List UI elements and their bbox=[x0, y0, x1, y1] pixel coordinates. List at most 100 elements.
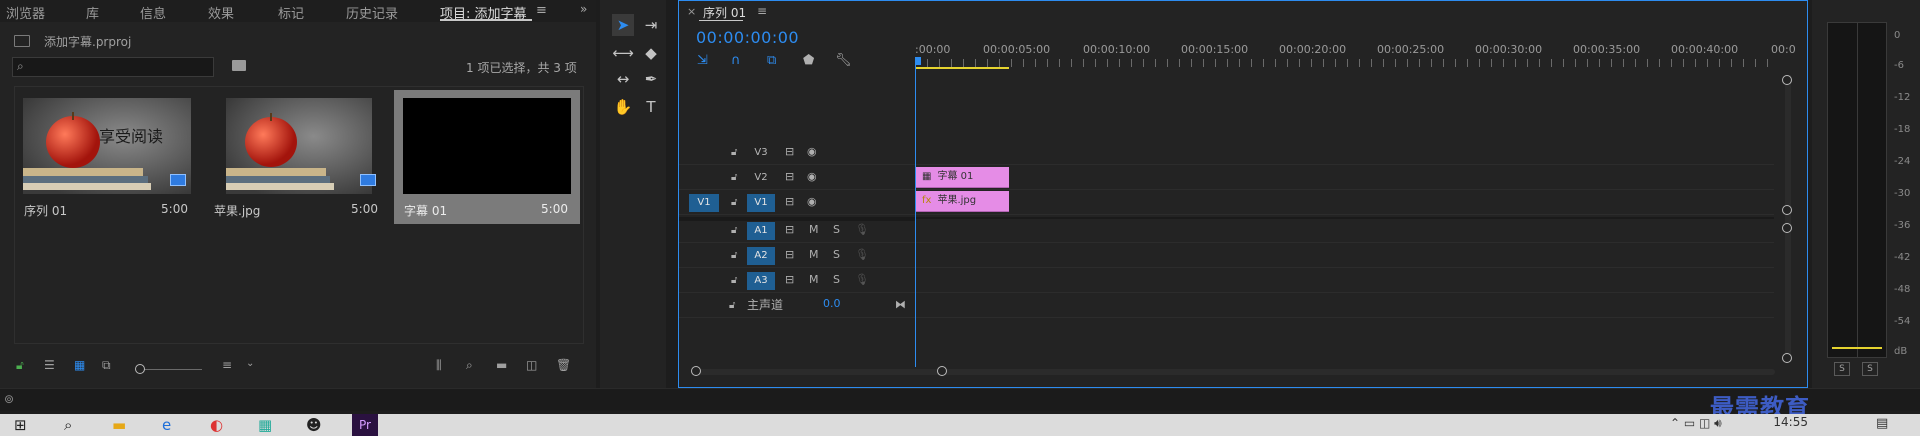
mute-button[interactable]: M bbox=[809, 223, 819, 236]
new-bin-icon[interactable] bbox=[232, 60, 246, 71]
horizontal-scrollbar[interactable] bbox=[691, 366, 1775, 376]
master-volume-value[interactable]: 0.0 bbox=[823, 297, 841, 310]
notifications-icon[interactable]: ▤ bbox=[1876, 416, 1888, 431]
track-target[interactable]: A2 bbox=[747, 247, 775, 265]
track-target[interactable]: V2 bbox=[747, 169, 775, 187]
solo-button[interactable]: S bbox=[833, 273, 840, 286]
time-ruler[interactable]: :00:00 00:00:05:00 00:00:10:00 00:00:15:… bbox=[915, 41, 1805, 71]
voiceover-mic-icon[interactable]: 🎙︎ bbox=[855, 248, 869, 261]
tab-info[interactable]: 信息 bbox=[140, 3, 166, 22]
new-item-icon[interactable]: ◫ bbox=[526, 358, 537, 372]
lock-icon[interactable]: 🔓︎ bbox=[731, 147, 737, 158]
find-icon[interactable]: ⌕ bbox=[466, 358, 473, 373]
search-input[interactable]: ⌕ bbox=[12, 57, 214, 77]
sync-lock-icon[interactable]: ⊟ bbox=[785, 273, 794, 286]
type-tool-icon[interactable]: T bbox=[640, 96, 662, 118]
list-view-icon[interactable]: ☰ bbox=[44, 358, 55, 372]
settings-wrench-icon[interactable]: 🔧︎ bbox=[835, 53, 852, 68]
add-marker-icon[interactable]: ⬟ bbox=[803, 53, 814, 68]
clip-title[interactable]: ▦ 字幕 01 bbox=[916, 167, 1009, 188]
eye-icon[interactable]: ◉ bbox=[807, 145, 817, 158]
chevron-down-icon[interactable]: ⌄ bbox=[246, 358, 254, 369]
track-select-tool-icon[interactable]: ⇥ bbox=[640, 14, 662, 36]
mute-button[interactable]: M bbox=[809, 248, 819, 261]
sync-lock-icon[interactable]: ⊟ bbox=[785, 248, 794, 261]
panel-menu-icon[interactable]: ≡ bbox=[536, 3, 547, 18]
close-sequence-icon[interactable]: × bbox=[687, 5, 696, 18]
sequence-menu-icon[interactable]: ≡ bbox=[757, 4, 767, 18]
vertical-scrollbar[interactable] bbox=[1782, 75, 1792, 363]
track-lane[interactable] bbox=[915, 191, 1774, 215]
trash-icon[interactable]: 🗑︎ bbox=[556, 358, 571, 372]
lock-icon[interactable]: 🔓︎ bbox=[731, 250, 737, 261]
eye-icon[interactable]: ◉ bbox=[807, 195, 817, 208]
tab-browser[interactable]: 浏览器 bbox=[6, 3, 45, 22]
scroll-start-knob[interactable] bbox=[691, 366, 701, 376]
automate-icon[interactable]: ⫼ bbox=[436, 358, 442, 373]
track-lane[interactable] bbox=[915, 141, 1774, 165]
tab-library[interactable]: 库 bbox=[86, 3, 99, 22]
source-patch-v1[interactable]: V1 bbox=[689, 194, 719, 212]
zoom-slider-knob[interactable] bbox=[135, 364, 145, 374]
scroll-end-knob[interactable] bbox=[937, 366, 947, 376]
voiceover-mic-icon[interactable]: 🎙︎ bbox=[855, 223, 869, 236]
selection-tool-icon[interactable]: ➤ bbox=[612, 14, 634, 36]
track-lane[interactable] bbox=[915, 166, 1774, 190]
go-to-in-out-icon[interactable]: ⧓ bbox=[895, 298, 906, 311]
ripple-edit-tool-icon[interactable]: ⟷ bbox=[612, 42, 634, 64]
project-item-image[interactable]: 苹果.jpg 5:00 bbox=[204, 90, 390, 224]
slip-tool-icon[interactable]: ↔ bbox=[612, 68, 634, 90]
snap-icon[interactable]: ∩ bbox=[731, 53, 741, 68]
zoom-slider-track[interactable] bbox=[140, 369, 202, 370]
tab-markers[interactable]: 标记 bbox=[278, 3, 304, 22]
track-lane[interactable] bbox=[915, 244, 1774, 268]
work-area-bar[interactable] bbox=[915, 67, 1009, 69]
track-target[interactable]: A1 bbox=[747, 222, 775, 240]
audio-scroll-top-knob[interactable] bbox=[1782, 223, 1792, 233]
tab-history[interactable]: 历史记录 bbox=[346, 3, 398, 22]
lock-icon[interactable]: 🔓︎ bbox=[731, 225, 737, 236]
eye-icon[interactable]: ◉ bbox=[807, 170, 817, 183]
edge-browser-icon[interactable]: e bbox=[162, 416, 171, 434]
lock-icon[interactable]: 🔓︎ bbox=[731, 275, 737, 286]
track-target[interactable]: A3 bbox=[747, 272, 775, 290]
pen-tool-icon[interactable]: ✒ bbox=[640, 68, 662, 90]
track-target[interactable]: V3 bbox=[747, 144, 775, 162]
project-item-title[interactable]: 字幕 01 5:00 bbox=[394, 90, 580, 224]
lock-icon[interactable]: 🔓︎ bbox=[731, 172, 737, 183]
lock-icon[interactable]: 🔓︎ bbox=[729, 300, 735, 311]
sync-lock-icon[interactable]: ⊟ bbox=[785, 223, 794, 236]
tray-icons[interactable]: ⌃ ▭ ◫ 🔊︎ bbox=[1670, 416, 1722, 431]
track-target[interactable]: V1 bbox=[747, 194, 775, 212]
windows-start-icon[interactable]: ⊞ bbox=[14, 416, 27, 434]
video-scroll-top-knob[interactable] bbox=[1782, 75, 1792, 85]
track-lane[interactable] bbox=[915, 219, 1774, 243]
track-lane[interactable] bbox=[915, 269, 1774, 293]
clip-image[interactable]: fx 苹果.jpg bbox=[916, 191, 1009, 212]
playhead-line[interactable] bbox=[915, 61, 916, 367]
timecode-display[interactable]: 00:00:00:00 bbox=[696, 28, 799, 47]
sync-lock-icon[interactable]: ⊟ bbox=[785, 170, 794, 183]
lock-icon[interactable]: 🔓︎ bbox=[16, 358, 24, 373]
freeform-view-icon[interactable]: ⧉ bbox=[102, 358, 111, 373]
qq-icon[interactable]: ☻ bbox=[306, 416, 322, 434]
app-icon[interactable]: ◐ bbox=[210, 416, 223, 434]
solo-right-button[interactable]: S bbox=[1862, 362, 1878, 376]
razor-tool-icon[interactable]: ◆ bbox=[640, 42, 662, 64]
voiceover-mic-icon[interactable]: 🎙︎ bbox=[855, 273, 869, 286]
tab-effects[interactable]: 效果 bbox=[208, 3, 234, 22]
linked-selection-icon[interactable]: ⧉ bbox=[767, 53, 776, 68]
sync-lock-icon[interactable]: ⊟ bbox=[785, 195, 794, 208]
search-icon[interactable]: ⌕ bbox=[64, 416, 72, 434]
nest-icon[interactable]: ⇲ bbox=[697, 53, 708, 68]
solo-button[interactable]: S bbox=[833, 223, 840, 236]
solo-left-button[interactable]: S bbox=[1834, 362, 1850, 376]
lock-icon[interactable]: 🔓︎ bbox=[731, 197, 737, 208]
sync-lock-icon[interactable]: ⊟ bbox=[785, 145, 794, 158]
panel-expand-icon[interactable]: » bbox=[580, 2, 587, 16]
audio-scroll-bottom-knob[interactable] bbox=[1782, 353, 1792, 363]
new-bin-footer-icon[interactable]: ▬ bbox=[496, 358, 507, 372]
sort-icon[interactable]: ≡ bbox=[222, 358, 232, 372]
premiere-pro-icon[interactable]: Pr bbox=[352, 414, 378, 436]
file-explorer-icon[interactable]: ▬ bbox=[112, 416, 126, 434]
